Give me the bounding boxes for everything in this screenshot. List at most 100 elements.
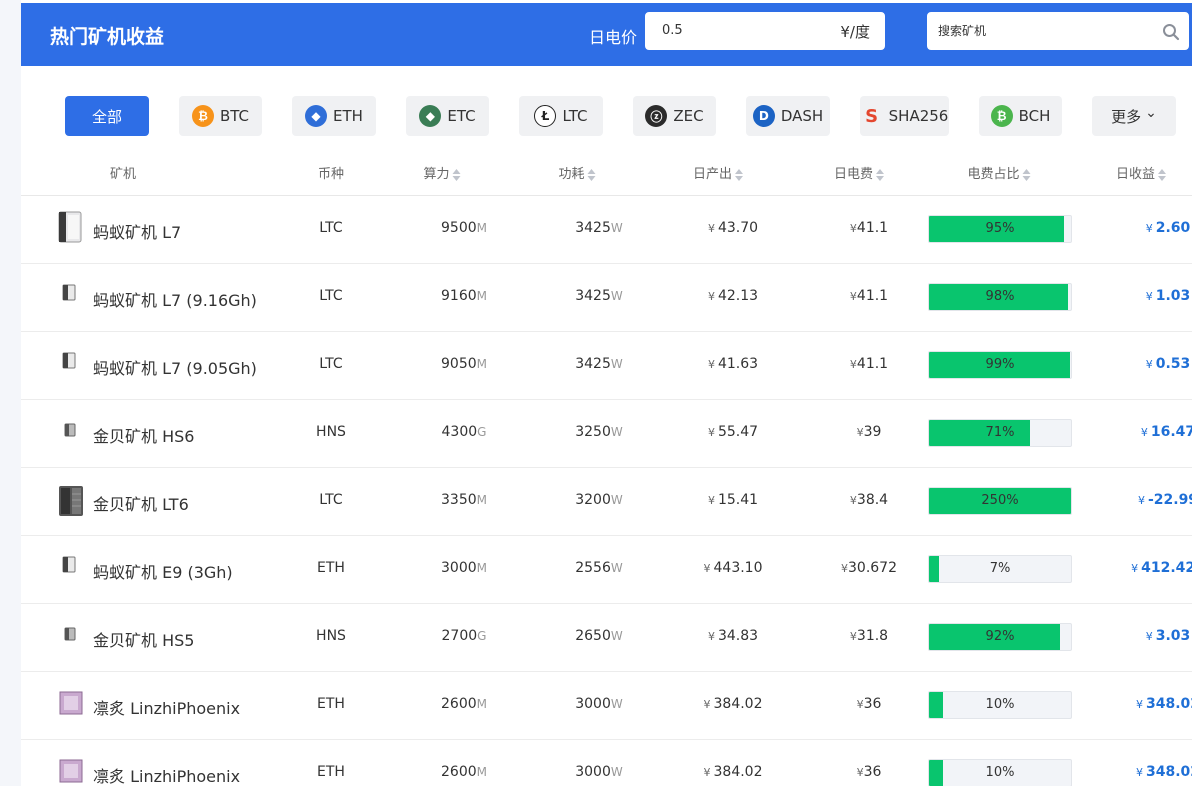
sort-arrows-icon[interactable] (1022, 168, 1031, 181)
hashrate-value: 2600 (441, 696, 477, 712)
column-header-label: 日电费 (833, 167, 874, 182)
daily-profit-value: 2.60 (1155, 220, 1191, 236)
miner-name[interactable]: 凛炙 LinzhiPhoenix (93, 695, 240, 719)
coin-filter-btc[interactable]: ₿ BTC (179, 96, 262, 136)
miner-name[interactable]: 蚂蚁矿机 E9 (3Gh) (93, 559, 233, 583)
electricity-ratio-label: 95% (985, 221, 1015, 236)
hashrate-value: 4300 (441, 424, 478, 440)
sort-arrows-icon[interactable] (452, 168, 461, 181)
daily-output-cell: ¥41.63 (708, 356, 758, 372)
coin-cell: ETH (317, 560, 345, 576)
currency-symbol: ¥ (849, 290, 857, 303)
coin-cell: LTC (319, 288, 343, 304)
daily-electricity-cell: ¥31.8 (850, 628, 888, 644)
column-header-label: 矿机 (109, 167, 137, 182)
electricity-ratio-label: 10% (985, 765, 1015, 780)
miner-income-panel: 热门矿机收益 日电价 0.5 ¥/度 全部 ₿ BTC ◆ ETH ◆ ETC Ł LTC ⓩ ZE… (21, 0, 1192, 786)
miner-name[interactable]: 金贝矿机 HS5 (93, 627, 194, 651)
coin-filter-eth[interactable]: ◆ ETH (292, 96, 376, 136)
miner-name[interactable]: 蚂蚁矿机 L7 (9.16Gh) (93, 287, 257, 311)
electricity-price-value[interactable]: 0.5 (662, 23, 683, 38)
miner-name[interactable]: 蚂蚁矿机 L7 (9.05Gh) (93, 355, 257, 379)
coin-filter-sha256[interactable]: S SHA256 (860, 96, 949, 136)
column-header-label: 日收益 (1115, 167, 1156, 182)
search-icon[interactable] (1162, 23, 1180, 41)
power-unit: W (610, 357, 623, 371)
daily-output-cell: ¥15.41 (708, 492, 758, 508)
hashrate-cell: 3350M (441, 492, 487, 508)
currency-symbol: ¥ (849, 630, 857, 643)
power-unit: W (610, 765, 623, 779)
table-row[interactable]: 凛炙 LinzhiPhoenix ETH 2600M 3000W ¥384.02 ¥36 1… (21, 740, 1192, 786)
daily-output-value: 443.10 (713, 560, 763, 576)
miner-name[interactable]: 金贝矿机 LT6 (93, 491, 189, 515)
hashrate-cell: 4300G (442, 424, 487, 440)
table-row[interactable]: 金贝矿机 LT6 LTC 3350M 3200W ¥15.41 ¥38.4 250% ¥ -22… (21, 468, 1192, 536)
column-header-label: 电费占比 (967, 167, 1020, 182)
coin-filter-全部[interactable]: 全部 (65, 96, 149, 136)
column-header-daily-electricity[interactable]: 日电费 (833, 163, 885, 182)
coin-filter-dash[interactable]: D DASH (746, 96, 830, 136)
currency-symbol: ¥ (849, 358, 857, 371)
table-row[interactable]: 蚂蚁矿机 L7 (9.05Gh) LTC 9050M 3425W ¥41.63 ¥41.1… (21, 332, 1192, 400)
miner-name[interactable]: 金贝矿机 HS6 (93, 423, 194, 447)
daily-electricity-cell: ¥38.4 (850, 492, 888, 508)
daily-output-cell: ¥384.02 (704, 696, 763, 712)
miner-name[interactable]: 蚂蚁矿机 L7 (93, 219, 181, 243)
column-header-power[interactable]: 功耗 (558, 163, 596, 182)
search-input[interactable] (938, 22, 1138, 40)
sort-arrows-icon[interactable] (735, 168, 744, 181)
currency-symbol: ¥ (707, 358, 715, 371)
column-header-coin: 币种 (318, 163, 344, 182)
daily-output-cell: ¥34.83 (708, 628, 758, 644)
coin-filter-ltc[interactable]: Ł LTC (519, 96, 603, 136)
daily-electricity-value: 38.4 (856, 492, 889, 508)
coin-filter-bch[interactable]: ₿ BCH (979, 96, 1062, 136)
daily-output-value: 15.41 (717, 492, 759, 508)
chevron-down-icon: ⌄ (1145, 105, 1157, 121)
daily-electricity-value: 36 (863, 764, 882, 780)
currency-symbol: ¥ (707, 494, 715, 507)
daily-output-cell: ¥42.13 (708, 288, 758, 304)
search-box[interactable] (927, 12, 1189, 50)
coin-filter-label: ETH (333, 107, 363, 125)
column-header-daily-profit[interactable]: 日收益 (1115, 163, 1167, 182)
column-header-electricity-ratio[interactable]: 电费占比 (967, 163, 1031, 182)
daily-output-value: 384.02 (713, 696, 763, 712)
power-unit: W (610, 629, 623, 643)
miner-name[interactable]: 凛炙 LinzhiPhoenix (93, 763, 240, 786)
coin-filter-label: ETC (447, 107, 476, 125)
coin-filter-zec[interactable]: ⓩ ZEC (633, 96, 716, 136)
hashrate-value: 3350 (441, 492, 477, 508)
sort-arrows-icon[interactable] (587, 168, 596, 181)
electricity-price-input[interactable]: 0.5 ¥/度 (645, 12, 885, 50)
coin-filter-label: BCH (1018, 107, 1051, 125)
column-header-daily-output[interactable]: 日产出 (693, 163, 744, 182)
daily-profit-value: 16.47 (1150, 424, 1192, 440)
ethereum-icon: ◆ (305, 105, 328, 127)
coin-cell: ETH (317, 764, 345, 780)
coin-filter-label: DASH (780, 107, 824, 125)
currency-symbol: ¥ (707, 630, 715, 643)
table-row[interactable]: 凛炙 LinzhiPhoenix ETH 2600M 3000W ¥384.02 ¥36 1… (21, 672, 1192, 740)
bitcoin-cash-icon: ₿ (990, 105, 1013, 127)
table-row[interactable]: 蚂蚁矿机 L7 (9.16Gh) LTC 9160M 3425W ¥42.13 ¥41.1… (21, 264, 1192, 332)
currency-symbol: ¥ (1145, 222, 1153, 235)
table-row[interactable]: 蚂蚁矿机 E9 (3Gh) ETH 3000M 2556W ¥443.10 ¥30.672… (21, 536, 1192, 604)
table-row[interactable]: 蚂蚁矿机 L7 LTC 9500M 3425W ¥43.70 ¥41.1 95% ¥2.60 (21, 196, 1192, 264)
sort-arrows-icon[interactable] (876, 168, 885, 181)
currency-symbol: ¥ (1145, 290, 1153, 303)
currency-symbol: ¥ (1145, 630, 1153, 643)
coin-filter-etc[interactable]: ◆ ETC (406, 96, 489, 136)
hashrate-cell: 2600M (441, 764, 487, 780)
power-value: 3000 (575, 696, 611, 712)
column-header-hashrate[interactable]: 算力 (423, 163, 461, 182)
electricity-ratio-bar: 10% (928, 759, 1072, 786)
sort-arrows-icon[interactable] (1158, 168, 1167, 181)
table-row[interactable]: 金贝矿机 HS5 HNS 2700G 2650W ¥34.83 ¥31.8 92% ¥3.03 (21, 604, 1192, 672)
daily-profit-cell: ¥2.60 (1146, 220, 1191, 236)
coin-filter-更多[interactable]: 更多 ⌄ (1092, 96, 1176, 136)
power-value: 2556 (575, 560, 611, 576)
daily-profit-cell: ¥412.428 (1131, 560, 1192, 576)
table-row[interactable]: 金贝矿机 HS6 HNS 4300G 3250W ¥55.47 ¥39 71% ¥16.47 (21, 400, 1192, 468)
